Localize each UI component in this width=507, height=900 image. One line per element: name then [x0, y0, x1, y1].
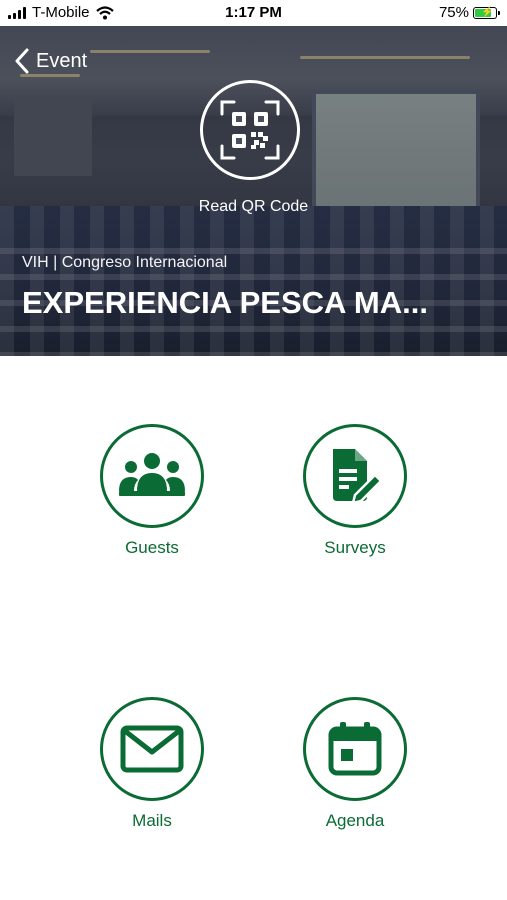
- calendar-icon: [328, 722, 382, 776]
- agenda-circle: [303, 697, 407, 801]
- agenda-label: Agenda: [325, 811, 385, 830]
- read-qr-button[interactable]: [200, 80, 300, 180]
- surveys-button[interactable]: Surveys: [275, 424, 435, 558]
- surveys-icon: [333, 449, 383, 505]
- qr-label: Read QR Code: [198, 198, 309, 215]
- back-button[interactable]: Event: [14, 48, 87, 74]
- guests-label: Guests: [125, 538, 179, 557]
- surveys-circle: [303, 424, 407, 528]
- battery-icon: ⚡: [473, 6, 500, 19]
- back-label: Event: [36, 49, 88, 72]
- guests-icon: [119, 453, 185, 496]
- charging-icon: ⚡: [481, 6, 494, 18]
- mails-label: Mails: [132, 811, 172, 830]
- status-bar: T-Mobile 1:17 PM 75% ⚡: [0, 0, 507, 26]
- surveys-label: Surveys: [324, 538, 386, 557]
- mails-circle: [100, 697, 204, 801]
- event-title: EXPERIENCIA PESCA MA...: [22, 285, 428, 320]
- mail-icon: [120, 725, 184, 773]
- qr-code-icon: [220, 100, 280, 160]
- guests-circle: [100, 424, 204, 528]
- battery-percent: 75%: [438, 4, 469, 21]
- status-right: 75% ⚡: [438, 4, 500, 21]
- agenda-button[interactable]: Agenda: [275, 697, 435, 831]
- clock: 1:17 PM: [225, 4, 282, 21]
- guests-button[interactable]: Guests: [72, 424, 232, 558]
- mails-button[interactable]: Mails: [72, 697, 232, 831]
- chevron-left-icon: [15, 48, 29, 74]
- event-subtitle: VIH | Congreso Internacional: [22, 254, 228, 271]
